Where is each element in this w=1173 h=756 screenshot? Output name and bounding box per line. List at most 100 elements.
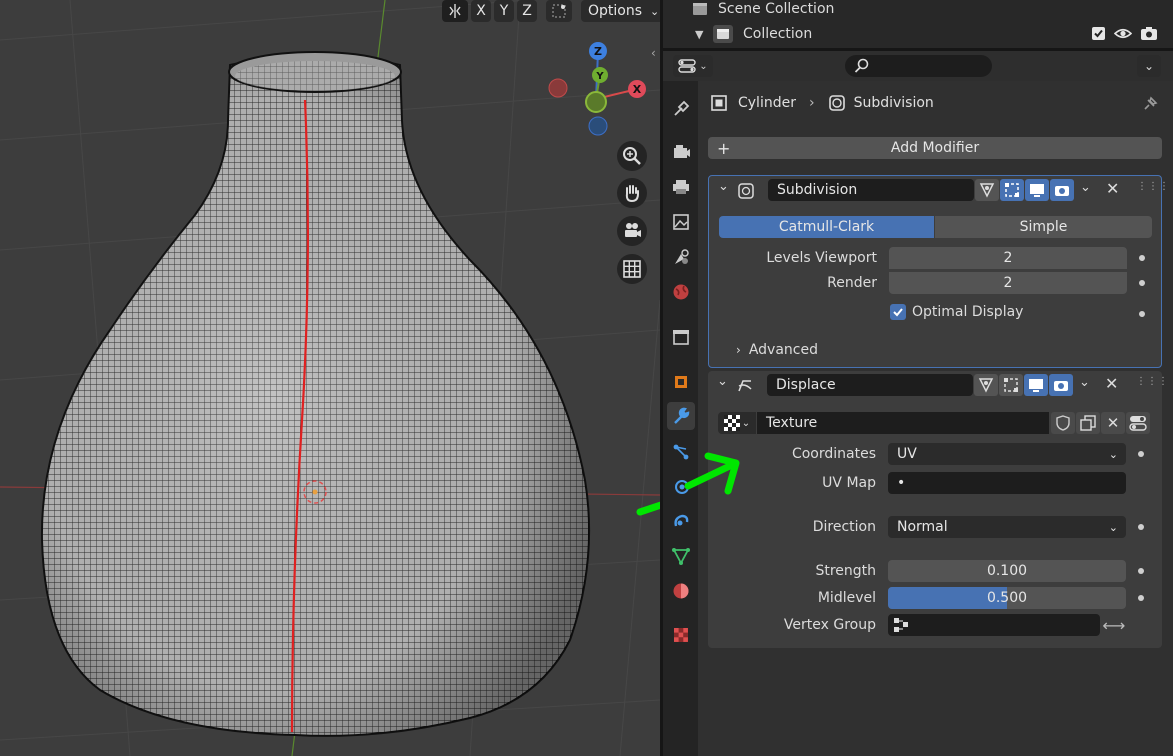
keyframe-dot-icon[interactable] [1138,568,1144,574]
pan-hand-icon[interactable] [617,178,647,208]
subdivision-name-field[interactable]: Subdivision [768,179,974,201]
gizmo-x-label: X [633,83,642,96]
outliner-row-scene-collection[interactable]: Scene Collection [663,0,1173,21]
tab-material[interactable] [667,577,695,605]
editor-type-dropdown[interactable]: ⌄ [673,55,713,77]
tab-data[interactable] [667,542,695,570]
chevron-down-icon[interactable]: ⌄ [1080,180,1091,195]
displace-icon [738,380,752,392]
unlink-close-icon[interactable]: ✕ [1101,412,1125,434]
vertex-group-icon [894,618,908,632]
render-camera-icon [674,145,690,158]
collapse-chevron-icon[interactable]: ⌄ [718,179,729,194]
axis-z-toggle[interactable]: Z [517,0,537,22]
subdivision-icon [738,183,754,199]
advanced-subpanel-toggle[interactable]: › Advanced [736,342,818,358]
collection-box-icon [673,330,689,345]
midlevel-slider[interactable]: 0.500 [888,587,1126,609]
expand-arrow-icon[interactable]: ▼ [695,28,703,41]
invert-arrows-icon[interactable]: ⟷ [1102,614,1126,636]
grid-view-icon[interactable] [617,254,647,284]
plus-icon: + [717,138,731,158]
catmull-clark-button[interactable]: Catmull-Clark [719,216,934,238]
tab-output[interactable] [667,173,695,201]
eye-icon[interactable] [1113,26,1133,45]
coordinates-dropdown[interactable]: UV ⌄ [888,443,1126,465]
render-levels-label: Render [827,275,877,291]
texture-browse-dropdown[interactable]: ⌄ [718,412,756,434]
fake-user-shield-icon[interactable] [1051,412,1075,434]
breadcrumb-modifier: Subdivision [853,95,934,111]
zoom-icon[interactable] [617,141,647,171]
render-levels-field[interactable]: 2 [889,272,1127,294]
snap-icon[interactable] [546,0,572,22]
duplicate-icon[interactable] [1076,412,1100,434]
3d-viewport[interactable]: X Y Z Options ⌄ Z Y X ‹ [0,0,660,756]
collapse-chevron-icon[interactable]: ⌄ [717,374,728,389]
drag-handle-icon[interactable]: ⋮⋮⋮ [1136,376,1169,387]
tab-world[interactable] [667,278,695,306]
keyframe-dot-icon[interactable] [1138,524,1144,530]
axis-y-toggle[interactable]: Y [494,0,514,22]
options-dropdown[interactable]: Options ⌄ [581,0,660,22]
properties-search-input[interactable] [845,55,992,77]
add-modifier-button[interactable]: + Add Modifier [708,137,1162,159]
vertex-group-label: Vertex Group [783,617,876,633]
camera-view-icon[interactable] [617,216,647,246]
vertex-group-field[interactable] [888,614,1100,636]
tab-modifiers[interactable] [667,402,695,430]
mirror-icon[interactable] [442,0,468,22]
optimal-display-checkbox[interactable]: Optimal Display [890,304,1023,320]
displace-name-field[interactable]: Displace [767,374,973,396]
pin-icon[interactable] [1141,95,1159,117]
edit-cage-icon[interactable] [975,179,999,201]
edit-mode-icon[interactable] [1000,179,1024,201]
tab-view-layer[interactable] [667,208,695,236]
render-camera-icon[interactable] [1049,374,1073,396]
tab-scene[interactable] [667,243,695,271]
edit-cage-icon[interactable] [974,374,998,396]
close-icon[interactable]: ✕ [1106,179,1119,198]
realtime-monitor-icon[interactable] [1025,179,1049,201]
simple-button[interactable]: Simple [935,216,1152,238]
chevron-down-icon[interactable]: ⌄ [1079,375,1090,390]
keyframe-dot-icon[interactable] [1139,311,1145,317]
keyframe-dot-icon[interactable] [1139,255,1145,261]
chevron-down-icon: ⌄ [1108,520,1118,534]
collection-label: Collection [743,26,813,42]
tab-collection[interactable] [667,323,695,351]
keyframe-dot-icon[interactable] [1138,451,1144,457]
chevron-down-icon: ⌄ [1108,447,1118,461]
properties-editor-icon [678,59,696,73]
checkbox-icon[interactable] [1091,26,1106,45]
realtime-monitor-icon[interactable] [1024,374,1048,396]
gizmo-z-label: Z [594,45,602,58]
close-icon[interactable]: ✕ [1105,374,1118,393]
keyframe-dot-icon[interactable] [1138,595,1144,601]
tab-tool[interactable] [667,95,695,123]
levels-viewport-field[interactable]: 2 [889,247,1127,269]
render-camera-icon[interactable] [1050,179,1074,201]
wrench-icon [674,407,690,424]
image-icon [673,214,689,230]
camera-render-icon[interactable] [1140,26,1158,45]
texture-name-field[interactable]: Texture [757,412,1049,434]
options-chevron-button[interactable]: ⌄ [1137,55,1161,77]
properties-tabs [663,81,698,756]
collapse-sidebar-icon[interactable]: ‹ [651,46,656,60]
navigation-gizmo[interactable]: Z Y X [540,38,655,138]
axis-x-toggle[interactable]: X [471,0,491,22]
coordinates-value: UV [897,446,917,462]
keyframe-dot-icon[interactable] [1139,280,1145,286]
direction-dropdown[interactable]: Normal ⌄ [888,516,1126,538]
outliner-row-collection[interactable]: ▼ Collection [663,22,1173,46]
texture-properties-icon[interactable] [1126,412,1150,434]
tab-texture[interactable] [667,621,695,649]
tab-render[interactable] [667,138,695,166]
tab-object[interactable] [667,368,695,396]
edit-mode-icon[interactable] [999,374,1023,396]
gizmo-y-label: Y [595,71,604,82]
uv-map-field[interactable]: • [888,472,1126,494]
strength-field[interactable]: 0.100 [888,560,1126,582]
drag-handle-icon[interactable]: ⋮⋮⋮ [1137,181,1170,192]
